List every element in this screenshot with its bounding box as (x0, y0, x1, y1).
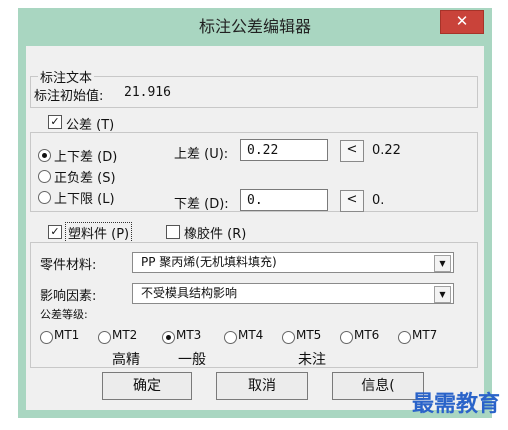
lower-dev-readout: 0. (372, 193, 385, 208)
title-bar[interactable]: 标注公差编辑器 ✕ (18, 8, 492, 46)
part-material-value: PP 聚丙烯(无机填料填充) (141, 255, 277, 269)
influence-select[interactable]: 不受模具结构影响 ▼ (132, 283, 454, 304)
mode-updown-radio[interactable] (38, 149, 51, 162)
plastic-checkbox[interactable]: ✓ (48, 225, 62, 239)
grade-mt2-radio[interactable] (98, 331, 111, 344)
info-button[interactable]: 信息( (332, 372, 424, 400)
note-normal: 一般 (178, 352, 206, 368)
window-title: 标注公差编辑器 (198, 17, 311, 36)
plastic-checkbox-label[interactable]: 塑料件 (P) (64, 222, 133, 243)
dialog-window: 标注公差编辑器 ✕ 标注文本 标注初始值: 21.916 ✓ 公差 (T) 上下… (18, 8, 492, 418)
dropdown-arrow-icon[interactable]: ▼ (434, 286, 451, 303)
grade-mt1-radio[interactable] (40, 331, 53, 344)
initial-value: 21.916 (124, 85, 171, 100)
influence-value: 不受模具结构影响 (141, 286, 238, 300)
tolerance-checkbox[interactable]: ✓ (48, 115, 62, 129)
grade-mt1-label[interactable]: MT1 (54, 328, 79, 342)
grade-mt5-label[interactable]: MT5 (296, 328, 321, 342)
note-unnoted: 未注 (298, 352, 326, 368)
initial-value-label: 标注初始值: (34, 89, 104, 104)
grade-label: 公差等级: (40, 308, 88, 321)
lower-dev-input[interactable]: 0. (240, 189, 328, 211)
grade-mt7-radio[interactable] (398, 331, 411, 344)
lower-dev-pick-button[interactable]: < (340, 190, 364, 212)
mode-plusminus-label[interactable]: 正负差 (S) (54, 167, 116, 186)
mode-limits-radio[interactable] (38, 191, 51, 204)
upper-dev-readout: 0.22 (372, 143, 401, 158)
dim-text-legend: 标注文本 (38, 67, 95, 86)
grade-mt6-radio[interactable] (340, 331, 353, 344)
dialog-client: 标注文本 标注初始值: 21.916 ✓ 公差 (T) 上下差 (D) 正负差 … (26, 46, 484, 410)
upper-dev-label: 上差 (U): (174, 147, 229, 162)
upper-dev-pick-button[interactable]: < (340, 140, 364, 162)
close-button[interactable]: ✕ (440, 10, 484, 34)
grade-mt3-radio[interactable] (162, 331, 175, 344)
grade-mt3-label[interactable]: MT3 (176, 328, 201, 342)
ok-button[interactable]: 确定 (102, 372, 192, 400)
part-material-select[interactable]: PP 聚丙烯(无机填料填充) ▼ (132, 252, 454, 273)
tolerance-checkbox-label[interactable]: 公差 (T) (66, 114, 114, 133)
lower-dev-label: 下差 (D): (174, 197, 229, 212)
note-high-precision: 高精 (112, 352, 140, 368)
grade-mt4-label[interactable]: MT4 (238, 328, 263, 342)
grade-mt7-label[interactable]: MT7 (412, 328, 437, 342)
upper-dev-input[interactable]: 0.22 (240, 139, 328, 161)
grade-mt2-label[interactable]: MT2 (112, 328, 137, 342)
mode-limits-label[interactable]: 上下限 (L) (54, 188, 115, 207)
grade-mt4-radio[interactable] (224, 331, 237, 344)
part-material-label: 零件材料: (40, 258, 97, 273)
mode-plusminus-radio[interactable] (38, 170, 51, 183)
grade-mt5-radio[interactable] (282, 331, 295, 344)
watermark-text: 最需教育 (411, 391, 500, 417)
rubber-checkbox-label[interactable]: 橡胶件 (R) (184, 223, 246, 242)
cancel-button[interactable]: 取消 (216, 372, 308, 400)
dropdown-arrow-icon[interactable]: ▼ (434, 255, 451, 272)
grade-mt6-label[interactable]: MT6 (354, 328, 379, 342)
mode-updown-label[interactable]: 上下差 (D) (54, 146, 117, 165)
influence-label: 影响因素: (40, 289, 97, 304)
close-icon: ✕ (455, 12, 469, 30)
rubber-checkbox[interactable] (166, 225, 180, 239)
